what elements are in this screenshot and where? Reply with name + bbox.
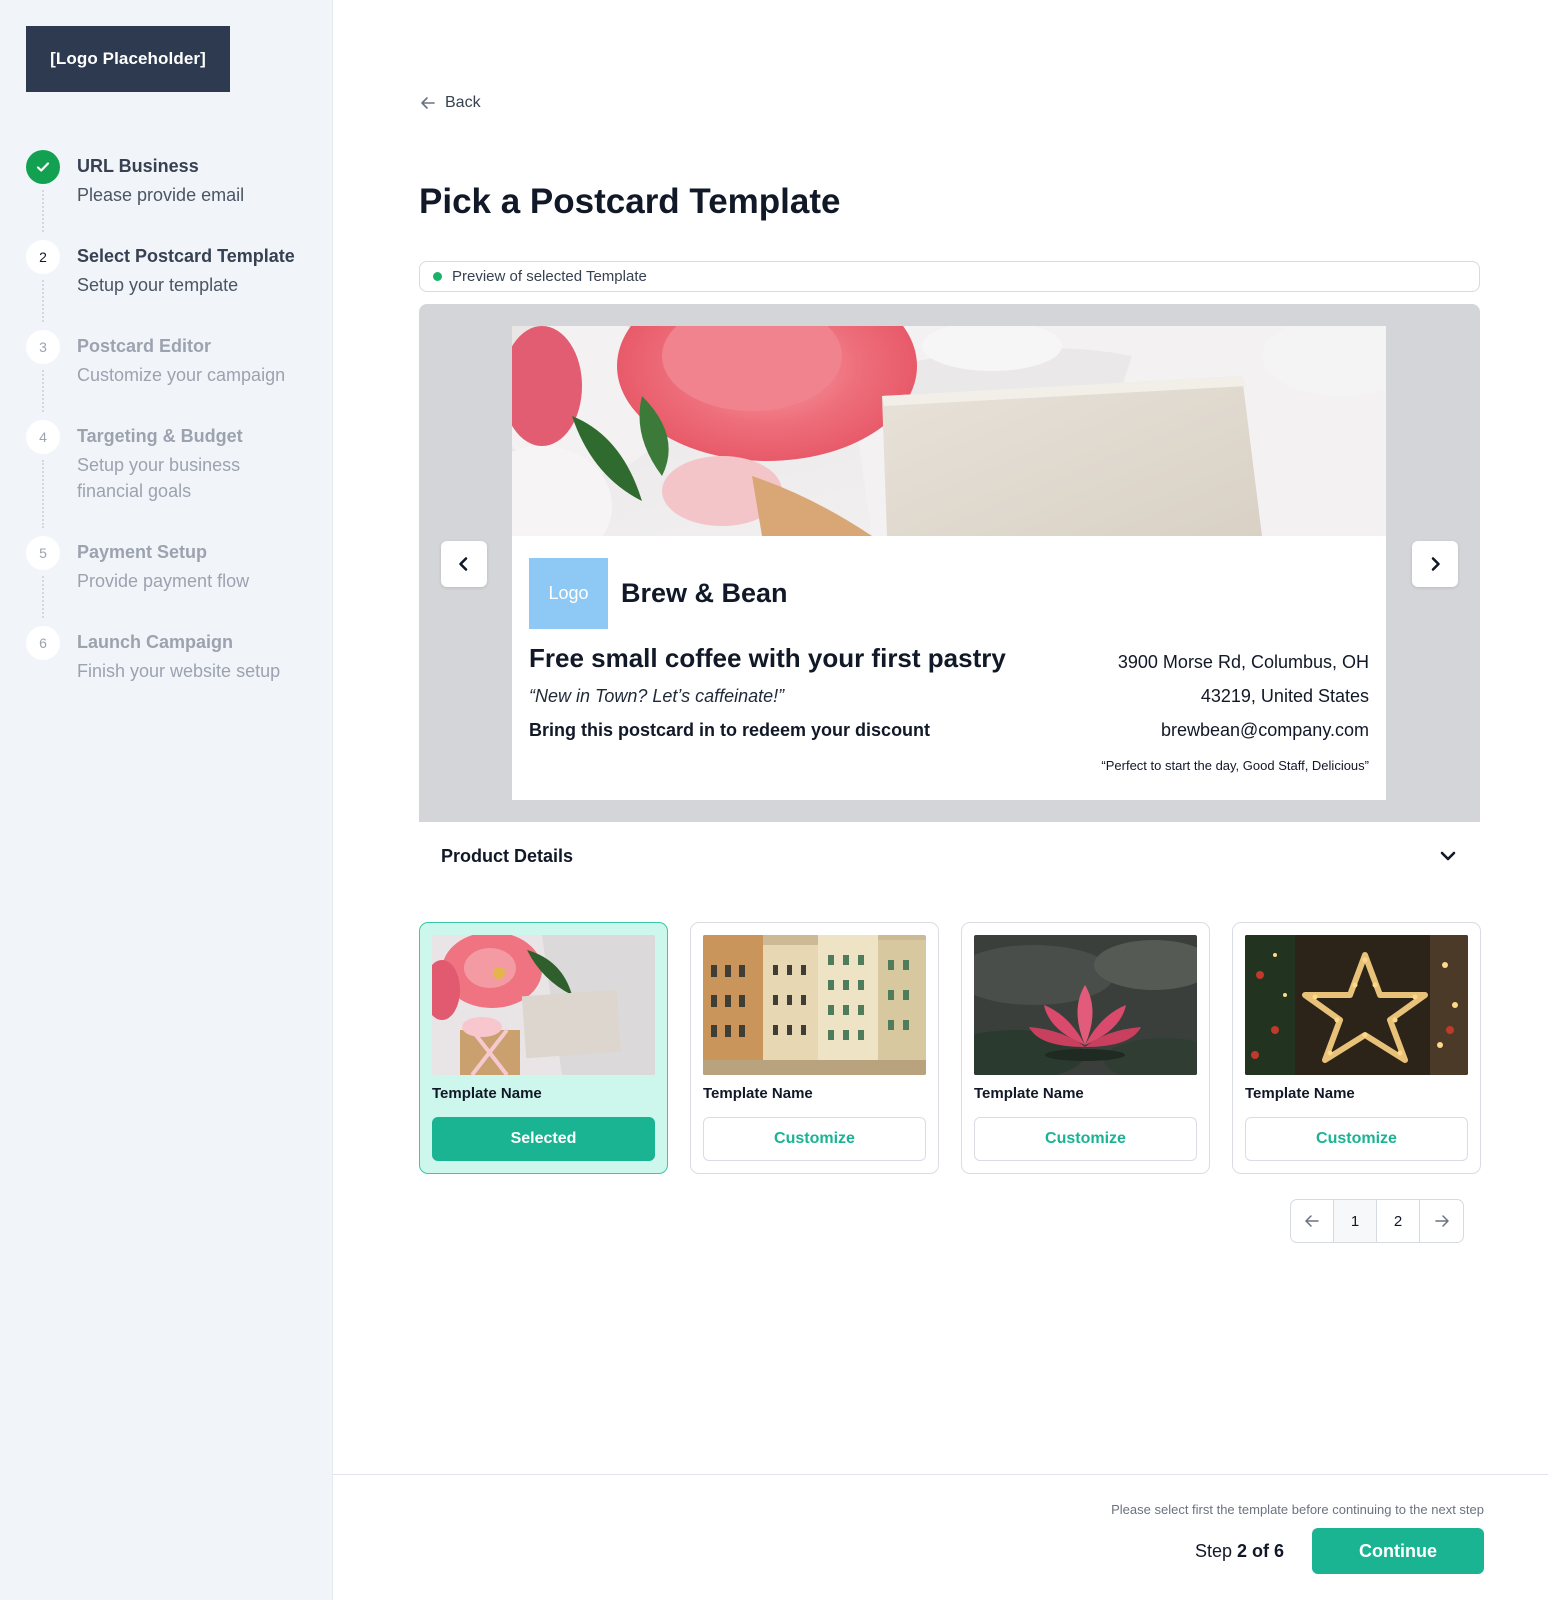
offer-tagline: “New in Town? Let’s caffeinate!” bbox=[529, 686, 785, 706]
arrow-right-icon bbox=[1434, 1215, 1449, 1227]
business-email: brewbean@company.com bbox=[1160, 720, 1369, 740]
step-connector bbox=[42, 280, 44, 322]
pagination: 1 2 bbox=[1290, 1199, 1464, 1243]
template-preview: Logo Brew & Bean Free small coffee with … bbox=[419, 304, 1480, 822]
postcard-preview: Logo Brew & Bean Free small coffee with … bbox=[512, 326, 1386, 800]
step-number: 6 bbox=[26, 626, 60, 660]
step-number: 4 bbox=[26, 420, 60, 454]
step-connector bbox=[42, 190, 44, 232]
template-card[interactable]: Template Name Customize bbox=[690, 922, 939, 1174]
step-counter-prefix: Step bbox=[1194, 1541, 1232, 1561]
step-number: 3 bbox=[26, 330, 60, 364]
step-subtitle: Please provide email bbox=[77, 185, 245, 205]
template-thumbnail bbox=[432, 935, 655, 1075]
chevron-right-icon bbox=[1431, 557, 1440, 571]
preview-label-text: Preview of selected Template bbox=[452, 268, 647, 285]
template-card[interactable]: Template Name Customize bbox=[961, 922, 1210, 1174]
logo-placeholder: [Logo Placeholder] bbox=[26, 26, 230, 92]
address-line-2: 43219, United States bbox=[1200, 686, 1369, 706]
postcard-body: Logo Brew & Bean Free small coffee with … bbox=[512, 536, 1386, 800]
arrow-left-icon bbox=[421, 97, 435, 109]
step-number: 2 bbox=[26, 240, 60, 274]
customize-button[interactable]: Customize bbox=[974, 1117, 1197, 1161]
template-name: Template Name bbox=[432, 1085, 542, 1102]
step-subtitle: Provide payment flow bbox=[77, 571, 250, 591]
template-card[interactable]: Template Name Selected bbox=[419, 922, 668, 1174]
arrow-left-icon bbox=[1305, 1215, 1319, 1227]
previous-template-button[interactable] bbox=[441, 541, 487, 587]
product-details-label: Product Details bbox=[441, 845, 574, 866]
chevron-down-icon bbox=[1440, 851, 1456, 861]
product-details-toggle[interactable]: Product Details bbox=[419, 822, 1480, 890]
step-title: Select Postcard Template bbox=[77, 246, 295, 266]
offer-headline: Free small coffee with your first pastry bbox=[529, 643, 1006, 673]
step-counter-value: 2 of 6 bbox=[1236, 1541, 1284, 1561]
step-subtitle: Setup your business financial goals bbox=[77, 455, 241, 501]
template-name: Template Name bbox=[974, 1085, 1084, 1102]
business-logo: Logo bbox=[529, 558, 608, 629]
postcard-hero-image bbox=[512, 326, 1386, 536]
template-card[interactable]: Template Name Customize bbox=[1232, 922, 1481, 1174]
sidebar: [Logo Placeholder] URL Business Please p… bbox=[0, 0, 333, 1600]
main-content: Back Pick a Postcard Template Preview of… bbox=[333, 0, 1548, 1600]
chevron-left-icon bbox=[459, 557, 468, 571]
pagination-page-2[interactable]: 2 bbox=[1377, 1200, 1420, 1242]
step-title: Launch Campaign bbox=[77, 632, 234, 652]
pagination-next-button[interactable] bbox=[1420, 1200, 1463, 1242]
pagination-prev-button[interactable] bbox=[1291, 1200, 1334, 1242]
address-line-1: 3900 Morse Rd, Columbus, OH bbox=[1117, 652, 1369, 672]
footer-bar: Please select first the template before … bbox=[333, 1474, 1548, 1600]
step-connector bbox=[42, 576, 44, 618]
page-title: Pick a Postcard Template bbox=[419, 182, 841, 221]
step-title: Payment Setup bbox=[77, 542, 208, 562]
pagination-page-1[interactable]: 1 bbox=[1334, 1200, 1377, 1242]
step-connector bbox=[42, 460, 44, 528]
step-connector bbox=[42, 370, 44, 412]
offer-cta: Bring this postcard in to redeem your di… bbox=[529, 720, 931, 740]
status-dot-icon bbox=[433, 272, 442, 281]
back-label: Back bbox=[445, 94, 481, 111]
template-grid: Template Name Selected Template Name Cus… bbox=[419, 922, 1481, 1174]
step-counter: Step 2 of 6 bbox=[1195, 1541, 1284, 1562]
step-title: Targeting & Budget bbox=[77, 426, 243, 446]
customize-button[interactable]: Customize bbox=[1245, 1117, 1468, 1161]
template-thumbnail bbox=[1245, 935, 1468, 1075]
step-title: Postcard Editor bbox=[77, 336, 212, 356]
template-name: Template Name bbox=[703, 1085, 813, 1102]
template-thumbnail bbox=[703, 935, 926, 1075]
footer-hint: Please select first the template before … bbox=[1111, 1502, 1484, 1517]
back-button[interactable]: Back bbox=[419, 94, 481, 112]
check-icon bbox=[26, 150, 60, 184]
next-template-button[interactable] bbox=[1412, 541, 1458, 587]
step-subtitle: Finish your website setup bbox=[77, 661, 281, 681]
step-subtitle: Setup your template bbox=[77, 275, 239, 295]
step-number: 5 bbox=[26, 536, 60, 570]
customize-button[interactable]: Customize bbox=[703, 1117, 926, 1161]
continue-button[interactable]: Continue bbox=[1312, 1528, 1484, 1574]
step-subtitle: Customize your campaign bbox=[77, 365, 286, 385]
step-title: URL Business bbox=[77, 156, 199, 176]
customer-review: “Perfect to start the day, Good Staff, D… bbox=[1101, 758, 1369, 773]
template-name: Template Name bbox=[1245, 1085, 1355, 1102]
selected-button[interactable]: Selected bbox=[432, 1117, 655, 1161]
business-name: Brew & Bean bbox=[621, 578, 788, 608]
preview-label: Preview of selected Template bbox=[419, 261, 1480, 292]
template-thumbnail bbox=[974, 935, 1197, 1075]
